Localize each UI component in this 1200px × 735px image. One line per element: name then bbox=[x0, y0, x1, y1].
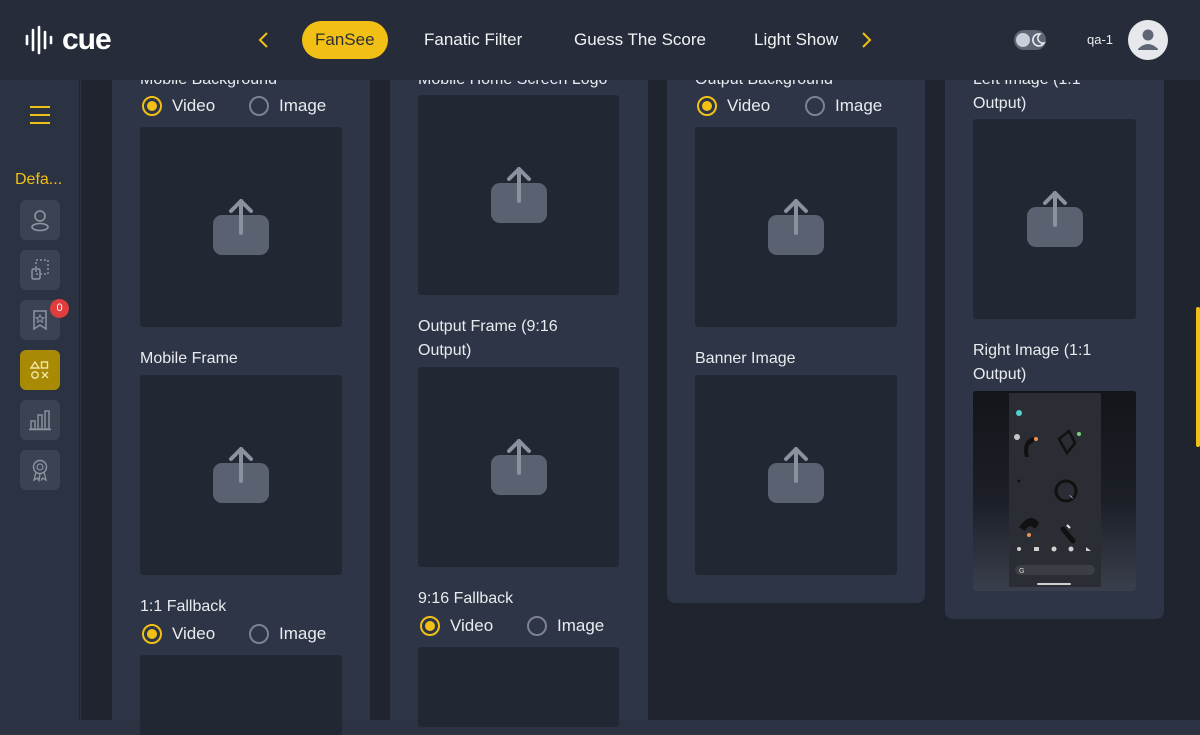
chevron-right-icon[interactable] bbox=[854, 28, 878, 52]
award-icon bbox=[32, 459, 48, 482]
user-icon bbox=[31, 210, 49, 232]
fallback-1-1-upload[interactable] bbox=[140, 655, 342, 735]
sidebar-item-analytics[interactable] bbox=[20, 400, 60, 440]
bar-chart-icon bbox=[29, 410, 51, 431]
tab-fansee[interactable]: FanSee bbox=[302, 21, 388, 59]
mobile-background-upload[interactable] bbox=[140, 127, 342, 327]
waveform-logo-icon bbox=[25, 25, 53, 55]
output-frame-upload[interactable] bbox=[418, 367, 619, 567]
theme-toggle[interactable] bbox=[1014, 30, 1046, 50]
output-frame-label-line1: Output Frame (9:16 bbox=[418, 318, 558, 335]
toggle-knob bbox=[1016, 33, 1030, 47]
frame-icon bbox=[31, 259, 49, 280]
cue-logo[interactable]: cue bbox=[24, 22, 124, 58]
upload-icon bbox=[768, 447, 824, 503]
top-bar: cue FanSee Fanatic Filter Guess The Scor… bbox=[0, 0, 1200, 80]
fallback-1-1-label: 1:1 Fallback bbox=[140, 598, 227, 615]
output-frame-label-line2: Output) bbox=[418, 342, 472, 359]
menu-icon[interactable] bbox=[30, 106, 50, 124]
chevron-left-icon[interactable] bbox=[252, 28, 276, 52]
mobile-frame-upload[interactable] bbox=[140, 375, 342, 575]
bookmark-star-icon bbox=[33, 310, 47, 331]
username[interactable]: qa-1 bbox=[1087, 32, 1113, 47]
fallback-9-16-image-radio[interactable]: Image bbox=[527, 616, 604, 636]
right-image-label-line1: Right Image (1:1 bbox=[973, 342, 1092, 359]
upload-icon bbox=[490, 167, 547, 223]
logo-text: cue bbox=[62, 23, 112, 56]
right-image-label-line2: Output) bbox=[973, 366, 1027, 383]
upload-icon bbox=[490, 439, 547, 495]
upload-icon bbox=[1026, 191, 1083, 247]
output-background-video-radio[interactable]: Video bbox=[697, 96, 770, 116]
tab-light-show[interactable]: Light Show bbox=[741, 21, 851, 59]
tab-fanatic-filter[interactable]: Fanatic Filter bbox=[411, 21, 535, 59]
mobile-background-image-radio[interactable]: Image bbox=[249, 96, 326, 116]
sidebar-item-profile[interactable] bbox=[20, 200, 60, 240]
upload-icon bbox=[213, 199, 269, 255]
shapes-icon bbox=[29, 360, 49, 379]
fallback-1-1-video-radio[interactable]: Video bbox=[142, 624, 215, 644]
sidebar-item-games[interactable] bbox=[20, 350, 60, 390]
scrollbar-thumb[interactable] bbox=[1196, 307, 1200, 447]
sidebar-item-saved[interactable]: 0 bbox=[20, 299, 69, 340]
moon-icon bbox=[1032, 33, 1046, 47]
avatar[interactable] bbox=[1128, 20, 1168, 60]
right-image-preview[interactable]: G bbox=[973, 391, 1136, 591]
sidebar-item-frames[interactable] bbox=[20, 250, 60, 290]
left-image-upload[interactable] bbox=[973, 119, 1136, 319]
upload-icon bbox=[768, 199, 824, 255]
fallback-9-16-video-radio[interactable]: Video bbox=[420, 616, 493, 636]
banner-image-upload[interactable] bbox=[695, 375, 897, 575]
sidebar-project-label[interactable]: Defa... bbox=[15, 171, 62, 189]
mobile-background-video-radio[interactable]: Video bbox=[142, 96, 215, 116]
output-background-upload[interactable] bbox=[695, 127, 897, 327]
fallback-1-1-image-radio[interactable]: Image bbox=[249, 624, 326, 644]
phone-screenshot-thumbnail: G bbox=[973, 391, 1136, 591]
sidebar-item-rewards[interactable] bbox=[20, 450, 60, 490]
notification-badge: 0 bbox=[50, 299, 69, 318]
output-background-image-radio[interactable]: Image bbox=[805, 96, 882, 116]
left-image-label-line2: Output) bbox=[973, 95, 1027, 112]
upload-icon bbox=[213, 447, 269, 503]
user-avatar-icon bbox=[1138, 29, 1158, 50]
banner-image-label: Banner Image bbox=[695, 350, 796, 367]
tab-guess-the-score[interactable]: Guess The Score bbox=[561, 21, 719, 59]
fallback-9-16-label: 9:16 Fallback bbox=[418, 590, 514, 607]
mobile-frame-label: Mobile Frame bbox=[140, 350, 238, 367]
mobile-home-screen-logo-upload[interactable] bbox=[418, 95, 619, 295]
svg-text:G: G bbox=[1019, 568, 1024, 575]
fallback-9-16-upload[interactable] bbox=[418, 647, 619, 727]
